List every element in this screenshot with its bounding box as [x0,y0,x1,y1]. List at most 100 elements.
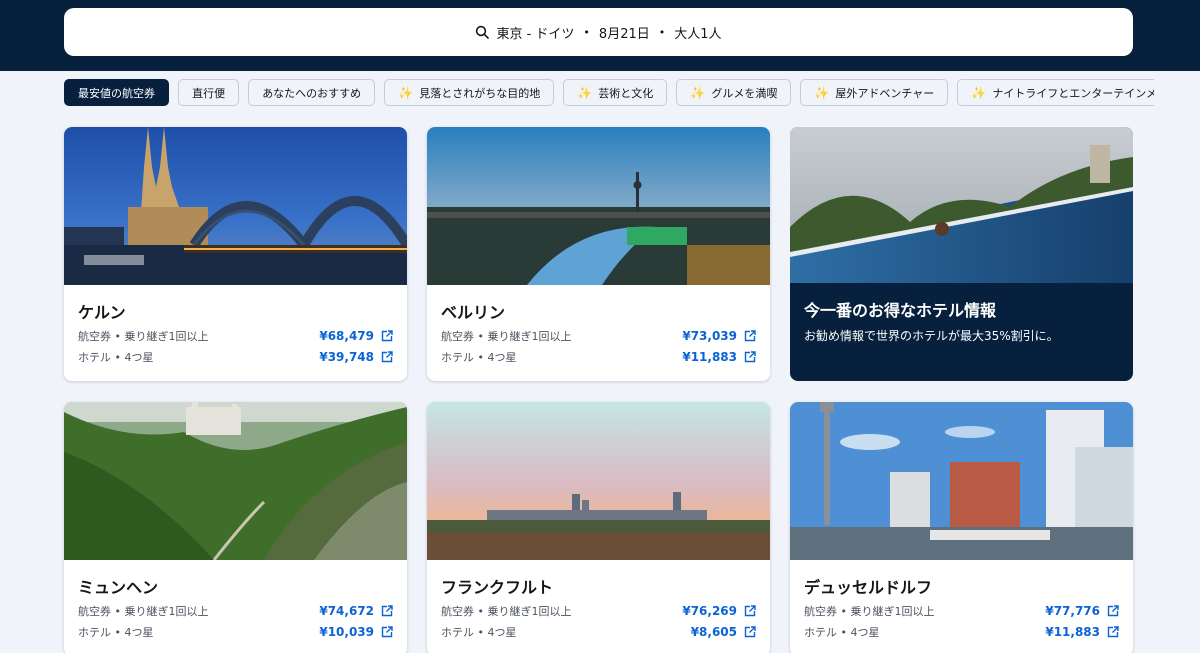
chip-label: 見落とされがちな目的地 [419,86,541,100]
hotel-label: ホテル [78,626,111,639]
hotel-price[interactable]: ¥11,883 [1045,625,1100,639]
chip-label: グルメを満喫 [711,86,778,100]
external-link-icon[interactable] [381,605,393,617]
search-travelers: 大人1人 [674,26,722,42]
hotel-row: ホテル • 4つ星 ¥11,883 [804,624,1119,640]
separator-dot: • [583,25,590,39]
munich-image [64,402,407,560]
hotel-row: ホテル • 4つ星 ¥8,605 [441,624,756,640]
hotel-label: ホテル [441,351,474,364]
hotel-row: ホテル • 4つ星 ¥39,748 [78,349,393,365]
flight-row: 航空券 • 乗り継ぎ1回以上 ¥74,672 [78,603,393,619]
hotel-label: ホテル [441,626,474,639]
destination-card-munich[interactable]: ミュンヘン 航空券 • 乗り継ぎ1回以上 ¥74,672 ホテル • 4つ星 ¥… [64,402,407,653]
hotel-detail: 4つ星 [124,626,154,639]
separator-dot: • [658,25,666,39]
flight-detail: 乗り継ぎ1回以上 [124,605,209,618]
external-link-icon[interactable] [1107,605,1119,617]
flight-info: 航空券 • 乗り継ぎ1回以上 [804,605,935,618]
hotel-row: ホテル • 4つ星 ¥11,883 [441,349,756,365]
hotel-row: ホテル • 4つ星 ¥10,039 [78,624,393,640]
hotel-price[interactable]: ¥10,039 [319,625,374,639]
sparkle-icon: ✨ [398,85,414,100]
flight-price[interactable]: ¥77,776 [1045,604,1100,618]
hotel-info: ホテル • 4つ星 [804,626,880,639]
filter-chip-hidden-gems[interactable]: ✨ 見落とされがちな目的地 [384,79,555,106]
promo-subtitle: お勧め情報で世界のホテルが最大35%割引に。 [804,329,1059,343]
city-name: デュッセルドルフ [804,578,933,597]
destination-card-dusseldorf[interactable]: デュッセルドルフ 航空券 • 乗り継ぎ1回以上 ¥77,776 ホテル • 4つ… [790,402,1133,653]
flight-detail: 乗り継ぎ1回以上 [487,330,572,343]
sparkle-icon: ✨ [577,85,593,100]
filter-chip-cheapest[interactable]: 最安値の航空券 [64,79,169,106]
flight-detail: 乗り継ぎ1回以上 [124,330,209,343]
flight-info: 航空券 • 乗り継ぎ1回以上 [78,605,209,618]
external-link-icon[interactable] [744,351,756,363]
chip-label: ナイトライフとエンターテインメント [992,86,1154,100]
city-name: フランクフルト [441,578,554,597]
chip-label: 直行便 [192,86,226,100]
flight-label: 航空券 [441,605,474,618]
chip-label: 芸術と文化 [598,86,654,100]
filter-chip-nightlife[interactable]: ✨ ナイトライフとエンターテインメント [957,79,1154,106]
frankfurt-image [427,402,770,560]
hotel-deals-promo[interactable]: 今一番のお得なホテル情報 お勧め情報で世界のホテルが最大35%割引に。 [790,127,1133,381]
external-link-icon[interactable] [381,351,393,363]
flight-row: 航空券 • 乗り継ぎ1回以上 ¥76,269 [441,603,756,619]
destination-card-cologne[interactable]: ケルン 航空券 • 乗り継ぎ1回以上 ¥68,479 ホテル • 4つ星 ¥39… [64,127,407,381]
flight-info: 航空券 • 乗り継ぎ1回以上 [78,330,209,343]
flight-price[interactable]: ¥74,672 [319,604,374,618]
flight-info: 航空券 • 乗り継ぎ1回以上 [441,605,572,618]
berlin-image [427,127,770,285]
external-link-icon[interactable] [381,330,393,342]
chip-label: あなたへのおすすめ [262,86,362,100]
external-link-icon[interactable] [381,626,393,638]
external-link-icon[interactable] [744,330,756,342]
filter-chip-gourmet[interactable]: ✨ グルメを満喫 [676,79,792,106]
flight-detail: 乗り継ぎ1回以上 [850,605,935,618]
filter-chip-outdoor[interactable]: ✨ 屋外アドベンチャー [800,79,949,106]
hotel-label: ホテル [804,626,837,639]
hotel-detail: 4つ星 [487,351,517,364]
hotel-info: ホテル • 4つ星 [441,626,517,639]
flight-price[interactable]: ¥68,479 [319,329,374,343]
flight-label: 航空券 [804,605,837,618]
hotel-price[interactable]: ¥8,605 [691,625,737,639]
hotel-detail: 4つ星 [487,626,517,639]
flight-label: 航空券 [441,330,474,343]
filter-chip-recommended[interactable]: あなたへのおすすめ [248,79,376,106]
external-link-icon[interactable] [744,605,756,617]
infinity-pool-image [790,127,1133,283]
filter-chip-direct[interactable]: 直行便 [178,79,240,106]
search-icon [476,25,490,39]
flight-price[interactable]: ¥73,039 [682,329,737,343]
destination-card-berlin[interactable]: ベルリン 航空券 • 乗り継ぎ1回以上 ¥73,039 ホテル • 4つ星 ¥1… [427,127,770,381]
filter-chip-arts-culture[interactable]: ✨ 芸術と文化 [563,79,668,106]
chip-label: 屋外アドベンチャー [835,86,935,100]
hotel-label: ホテル [78,351,111,364]
search-summary-bar[interactable]: 東京 - ドイツ • 8月21日 • 大人1人 [64,8,1133,56]
city-name: ケルン [78,303,126,322]
cologne-image [64,127,407,285]
flight-label: 航空券 [78,330,111,343]
external-link-icon[interactable] [1107,626,1119,638]
promo-title: 今一番のお得なホテル情報 [804,301,997,320]
top-header: 東京 - ドイツ • 8月21日 • 大人1人 [0,0,1200,71]
filter-chip-row: 最安値の航空券 直行便 あなたへのおすすめ ✨ 見落とされがちな目的地 ✨ 芸術… [64,79,1154,107]
hotel-price[interactable]: ¥11,883 [682,350,737,364]
sparkle-icon: ✨ [690,85,706,100]
sparkle-icon: ✨ [971,85,987,100]
external-link-icon[interactable] [744,626,756,638]
city-name: ベルリン [441,303,506,322]
destination-card-frankfurt[interactable]: フランクフルト 航空券 • 乗り継ぎ1回以上 ¥76,269 ホテル • 4つ星… [427,402,770,653]
flight-info: 航空券 • 乗り継ぎ1回以上 [441,330,572,343]
hotel-detail: 4つ星 [124,351,154,364]
hotel-info: ホテル • 4つ星 [441,351,517,364]
search-date: 8月21日 [598,26,650,42]
sparkle-icon: ✨ [814,85,830,100]
chip-label: 最安値の航空券 [78,86,155,100]
dusseldorf-image [790,402,1133,560]
hotel-price[interactable]: ¥39,748 [319,350,374,364]
flight-price[interactable]: ¥76,269 [682,604,737,618]
flight-label: 航空券 [78,605,111,618]
